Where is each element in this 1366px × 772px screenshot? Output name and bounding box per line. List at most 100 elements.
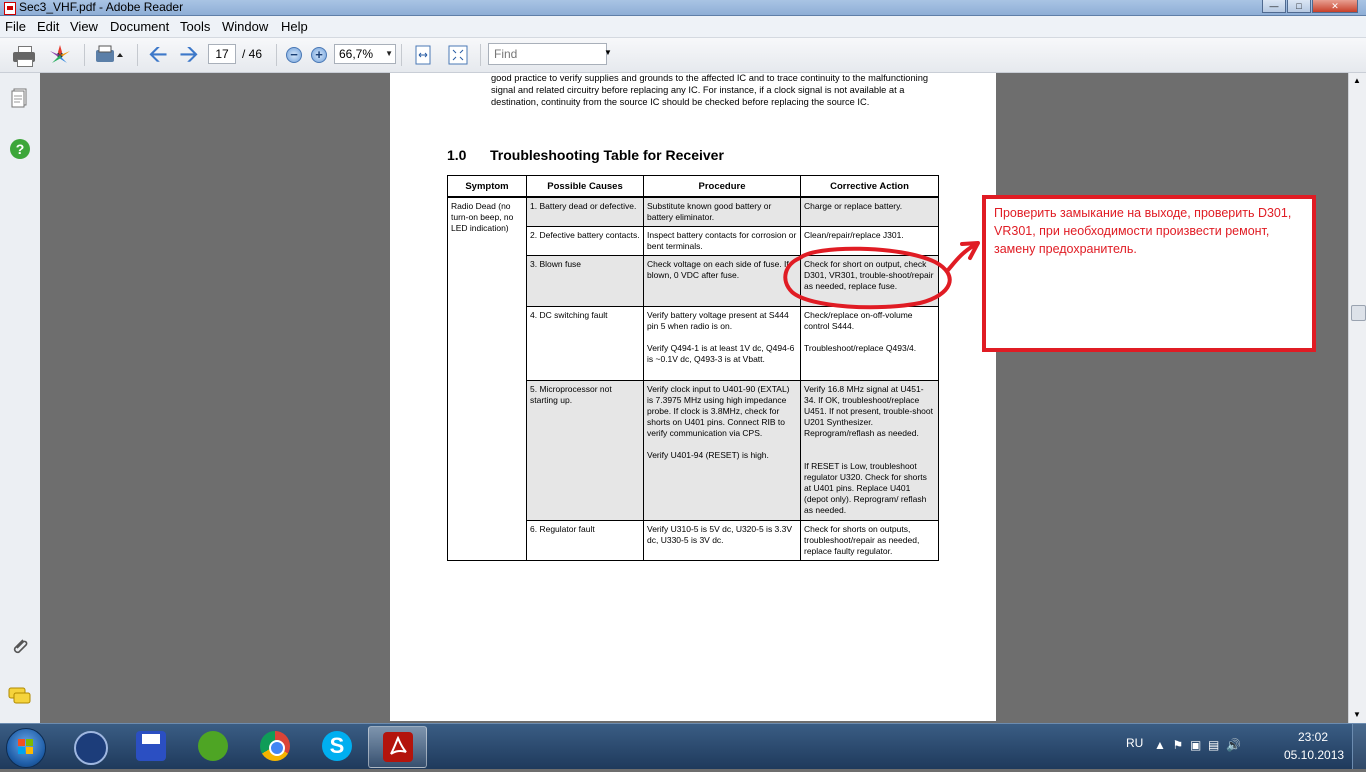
action-cell: Charge or replace battery. [800,196,939,227]
close-button[interactable]: ✕ [1312,0,1358,13]
section-heading: 1.0 Troubleshooting Table for Receiver [447,147,724,163]
taskbar-save-app[interactable] [122,726,179,766]
previous-page-icon[interactable]: 🡨 [146,43,170,67]
menu-view[interactable]: View [70,18,98,35]
menu-bar: File Edit View Document Tools Window Hel… [0,16,1366,38]
start-button[interactable] [6,728,46,768]
symptom-cell: Radio Dead (no turn-on beep, no LED indi… [447,196,527,561]
scrolling-mode-icon[interactable] [411,44,435,66]
action-cell: Check/replace on-off-volume control S444… [800,306,939,381]
menu-tools[interactable]: Tools [180,18,210,35]
taskbar: S RU ▲ ⚑ ▣ ▤ 🔊 23:02 05.10.2013 [0,723,1366,769]
action-text: Verify 16.8 MHz signal at U451-34. If OK… [804,384,933,438]
procedure-cell: Substitute known good battery or battery… [643,196,801,227]
comments-icon[interactable] [8,686,32,706]
procedure-text: Verify battery voltage present at S444 p… [647,310,789,331]
toolbar-separator [401,44,402,66]
fit-page-icon[interactable] [446,44,470,66]
column-header: Possible Causes [526,175,644,198]
toolbar-separator [84,44,85,66]
action-text: If RESET is Low, troubleshoot regulator … [804,461,927,515]
navigation-panel: ? [0,73,41,723]
cause-cell: 6. Regulator fault [526,520,644,561]
clock-time[interactable]: 23:02 [1298,730,1328,744]
column-header: Symptom [447,175,527,198]
action-text: Check/replace on-off-volume control S444… [804,310,913,331]
toolbar-separator [137,44,138,66]
tray-icons[interactable]: ▲ ⚑ ▣ ▤ 🔊 [1154,738,1241,752]
procedure-cell: Inspect battery contacts for corrosion o… [643,226,801,256]
cause-cell: 1. Battery dead or defective. [526,196,644,227]
procedure-cell: Verify battery voltage present at S444 p… [643,306,801,381]
menu-window[interactable]: Window [222,18,268,35]
toolbar: 🡨 🡪 [0,38,1366,73]
pages-icon[interactable] [10,87,30,109]
zoom-value: 66,7% [339,47,374,61]
find-options-icon[interactable]: ▼ [604,48,612,57]
menu-help[interactable]: Help [281,18,308,35]
procedure-text: Verify Q494-1 is at least 1V dc, Q494-6 … [647,343,795,364]
action-text: Troubleshoot/replace Q493/4. [804,343,917,353]
procedure-text: Verify clock input to U401-90 (EXTAL) is… [647,384,790,438]
action-cell: Check for shorts on outputs, troubleshoo… [800,520,939,561]
menu-file[interactable]: File [5,18,26,35]
help-icon[interactable]: ? [9,138,31,160]
next-page-icon[interactable]: 🡪 [177,43,201,67]
cause-cell: 2. Defective battery contacts. [526,226,644,256]
acrobat-online-icon[interactable] [48,44,72,66]
clock-date[interactable]: 05.10.2013 [1284,748,1344,762]
column-header: Procedure [643,175,801,198]
cause-cell: 3. Blown fuse [526,255,644,307]
procedure-text: Verify U401-94 (RESET) is high. [647,450,769,460]
procedure-cell: Verify clock input to U401-90 (EXTAL) is… [643,380,801,521]
troubleshooting-table: Symptom Possible Causes Procedure Correc… [447,175,939,561]
show-desktop-button[interactable] [1352,724,1366,769]
table-header-row: Symptom Possible Causes Procedure Correc… [447,175,939,198]
title-bar: Sec3_VHF.pdf - Adobe Reader — □ ✕ [0,0,1366,16]
printer-icon[interactable] [12,44,36,67]
procedure-cell: Verify U310-5 is 5V dc, U320-5 is 3.3V d… [643,520,801,561]
cause-cell: 5. Microprocessor not starting up. [526,380,644,521]
zoom-select[interactable]: 66,7% ▼ [334,44,396,64]
scroll-down-icon[interactable]: ▼ [1353,710,1361,719]
svg-text:?: ? [16,141,25,157]
section-number: 1.0 [447,147,467,163]
find-input[interactable]: Find [488,43,607,65]
taskbar-chrome[interactable] [246,726,303,766]
window-title: Sec3_VHF.pdf - Adobe Reader [19,0,184,14]
menu-document[interactable]: Document [110,18,169,35]
cause-cell: 4. DC switching fault [526,306,644,381]
minimize-button[interactable]: — [1262,0,1286,13]
action-cell: Clean/repair/replace J301. [800,226,939,256]
toolbar-separator [276,44,277,66]
menu-edit[interactable]: Edit [37,18,59,35]
action-cell: Verify 16.8 MHz signal at U451-34. If OK… [800,380,939,521]
pdf-page: good practice to verify supplies and gro… [390,73,996,721]
intro-paragraph: good practice to verify supplies and gro… [491,73,929,107]
taskbar-skype[interactable]: S [308,726,365,766]
column-header: Corrective Action [800,175,939,198]
action-cell: Check for short on output, check D301, V… [800,255,939,307]
annotation-text: Проверить замыкание на выходе, проверить… [994,206,1292,256]
scroll-up-icon[interactable]: ▲ [1353,76,1361,85]
annotation-note[interactable]: Проверить замыкание на выходе, проверить… [982,195,1316,352]
scroll-thumb[interactable] [1351,305,1366,321]
share-icon[interactable] [94,44,123,66]
chevron-down-icon: ▼ [385,49,393,58]
maximize-button[interactable]: □ [1287,0,1311,13]
attachments-icon[interactable] [9,636,31,658]
taskbar-usb-app[interactable] [60,726,117,766]
taskbar-utorrent[interactable] [184,726,241,766]
page-number-input[interactable]: 17 [208,44,236,64]
zoom-out-button[interactable]: − [286,47,302,63]
taskbar-adobe-reader[interactable] [368,726,427,768]
toolbar-separator [480,44,481,66]
document-viewer[interactable]: good practice to verify supplies and gro… [40,73,1348,723]
page-total: / 46 [242,47,263,61]
zoom-in-button[interactable]: + [311,47,327,63]
vertical-scrollbar[interactable]: ▲ ▼ [1348,73,1366,723]
section-title: Troubleshooting Table for Receiver [490,147,724,163]
procedure-cell: Check voltage on each side of fuse. If b… [643,255,801,307]
language-indicator[interactable]: RU [1126,736,1143,750]
pdf-app-icon [4,2,16,15]
